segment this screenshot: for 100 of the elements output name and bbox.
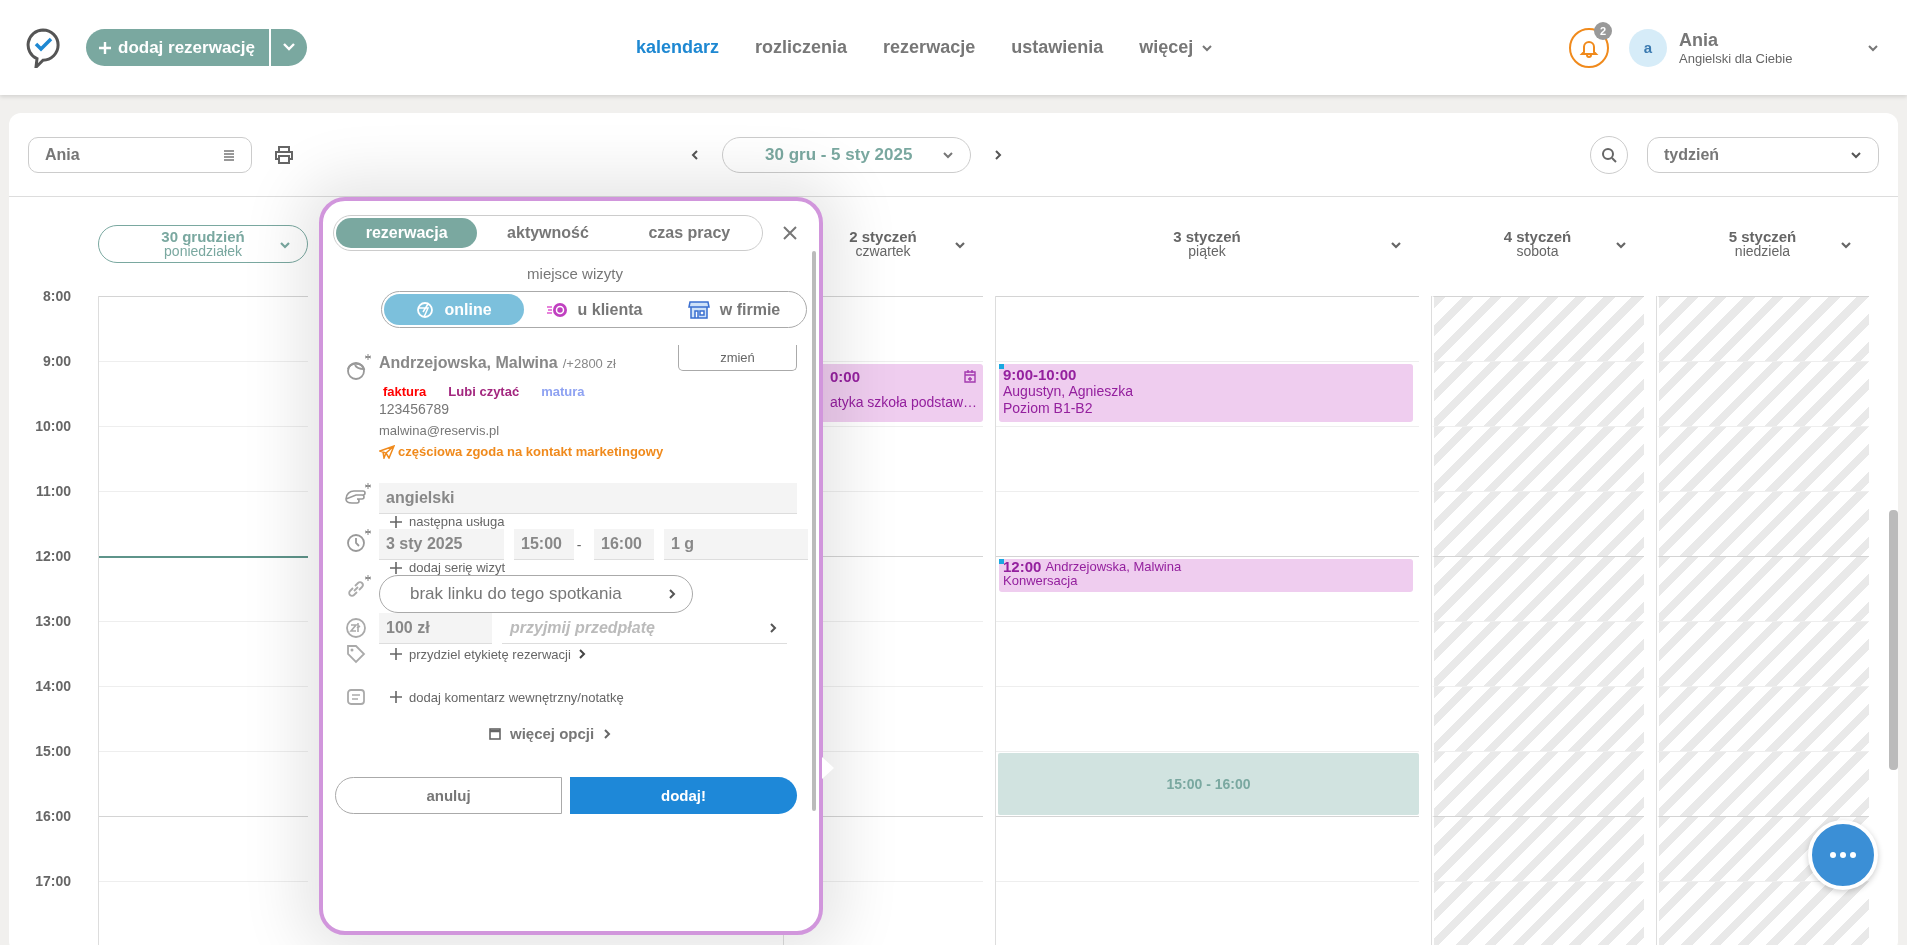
add-service-link[interactable]: następna usługa (379, 514, 505, 529)
consent-text: częściowa zgoda na kontakt marketingowy (398, 444, 664, 459)
tab[interactable]: rezerwacja (336, 218, 478, 248)
place-option[interactable]: w firmie (664, 294, 804, 325)
add-button[interactable]: dodaj! (570, 777, 797, 814)
window-icon (489, 727, 501, 740)
price-field[interactable]: 100 zł (379, 613, 492, 644)
start-time-field[interactable]: 15:00 (514, 529, 574, 560)
plus-icon (390, 691, 402, 703)
plus-icon (98, 40, 112, 55)
client-email: malwina@reservis.pl (379, 423, 501, 438)
chevron-down-icon (954, 240, 966, 249)
view-select[interactable]: tydzień (1647, 136, 1879, 173)
place-option[interactable]: u klienta (524, 294, 664, 325)
chevron-down-icon (1840, 240, 1852, 249)
duration-field[interactable]: 1 g (664, 529, 808, 560)
add-comment-link[interactable]: dodaj komentarz wewnętrzny/notatkę (379, 689, 624, 705)
event-time: 0:00 (830, 368, 861, 385)
logo-icon[interactable] (26, 27, 60, 68)
add-booking-button[interactable]: dodaj rezerwację (86, 29, 269, 66)
chevron-right-icon (577, 649, 586, 659)
coin-icon (345, 617, 367, 639)
date-field[interactable]: 3 sty 2025 (379, 529, 504, 560)
booking-event[interactable]: 12:00 Andrzejowska, Malwina Konwersacja (999, 559, 1413, 592)
more-options-link[interactable]: więcej opcji (483, 724, 618, 743)
scrollbar[interactable] (812, 251, 816, 811)
scrollbar[interactable] (1889, 510, 1898, 770)
chevron-down-icon (1390, 240, 1402, 249)
hour-label: 10:00 (35, 418, 71, 434)
tab[interactable]: aktywność (477, 218, 619, 248)
paper-plane-icon (379, 444, 395, 459)
nav-link[interactable]: więcej (1139, 37, 1214, 58)
plus-icon (390, 648, 402, 660)
cancel-button[interactable]: anuluj (335, 777, 563, 814)
corner-marker (999, 364, 1004, 369)
corner-marker (999, 559, 1004, 564)
service-field[interactable]: angielski (379, 483, 797, 514)
print-icon[interactable] (274, 145, 294, 164)
chevron-right-icon (769, 622, 777, 634)
nav-link[interactable]: rozliczenia (755, 37, 848, 58)
hour-label: 17:00 (35, 873, 71, 889)
chevron-down-icon (279, 240, 291, 249)
change-button[interactable]: zmień (678, 345, 797, 371)
nav-link[interactable]: kalendarz (636, 37, 720, 58)
clock-icon (346, 533, 366, 553)
event-text: Andrzejowska, Malwina (1045, 560, 1182, 574)
assign-label-link[interactable]: przydziel etykietę rezerwacji (379, 646, 586, 662)
chevron-left-icon[interactable] (690, 148, 700, 161)
time-separator: - (575, 536, 583, 553)
hour-label: 9:00 (42, 353, 71, 369)
end-time-field[interactable]: 16:00 (594, 529, 654, 560)
add-series-link[interactable]: dodaj serię wizyt (379, 560, 506, 575)
nav-link[interactable]: ustawienia (1011, 37, 1104, 58)
search-button[interactable] (1590, 135, 1628, 174)
event-text: Poziom B1-B2 (1003, 400, 1093, 417)
client-tag: faktura (383, 384, 427, 399)
user-name: Ania (1679, 29, 1719, 51)
close-icon[interactable] (783, 226, 797, 240)
section-label: miejsce wizyty (526, 265, 624, 282)
hour-label: 8:00 (42, 288, 71, 304)
chevron-right-icon (668, 588, 676, 600)
meeting-link-button[interactable]: brak linku do tego spotkania (379, 575, 693, 613)
client-tag: Lubi czytać (448, 384, 520, 399)
client-balance: /+2800 zł (562, 356, 616, 371)
event-time: 12:00 (1003, 560, 1042, 574)
hour-label: 14:00 (35, 678, 71, 694)
dropdown-button[interactable] (271, 29, 307, 66)
staff-select[interactable]: Ania (28, 136, 252, 173)
hour-label: 16:00 (35, 808, 71, 824)
user-company: Angielski dla Ciebie (1679, 50, 1794, 66)
chevron-down-icon (1615, 240, 1627, 249)
event-text: Augustyn, Agnieszka (1003, 383, 1133, 400)
nav-link[interactable]: rezerwacje (883, 37, 976, 58)
notifications-button[interactable] (1569, 27, 1609, 68)
hour-label: 12:00 (35, 548, 71, 564)
tab[interactable]: czas pracy (618, 218, 760, 248)
client-name: Andrzejowska, Malwina (379, 354, 558, 372)
chevron-down-icon[interactable] (1867, 43, 1879, 52)
chevron-right-icon[interactable] (993, 148, 1003, 161)
globe-icon (416, 300, 435, 319)
plus-icon (390, 561, 402, 574)
hour-label: 11:00 (35, 483, 71, 499)
hour-label: 13:00 (35, 613, 71, 629)
hand-icon (344, 487, 368, 507)
avatar[interactable]: a (1629, 28, 1667, 67)
dots-icon (1828, 850, 1858, 860)
search-icon (1601, 146, 1617, 163)
note-icon (346, 688, 366, 706)
event-text: atyka szkoła podstaw… (830, 394, 978, 411)
shop-icon (687, 300, 710, 319)
event-text: Konwersacja (1003, 574, 1078, 588)
client-tag: matura (541, 384, 585, 399)
hour-label: 15:00 (35, 743, 71, 759)
tag-icon (346, 644, 366, 664)
day-header[interactable]: 30 grudzień poniedziałek (98, 224, 308, 263)
client-phone: 123456789 (379, 401, 451, 417)
notification-badge: 2 (1594, 21, 1612, 40)
chevron-right-icon (603, 728, 612, 739)
plus-icon (390, 515, 402, 528)
booking-event[interactable]: 9:00-10:00 Augustyn, Agnieszka Poziom B1-B2 (999, 364, 1413, 422)
